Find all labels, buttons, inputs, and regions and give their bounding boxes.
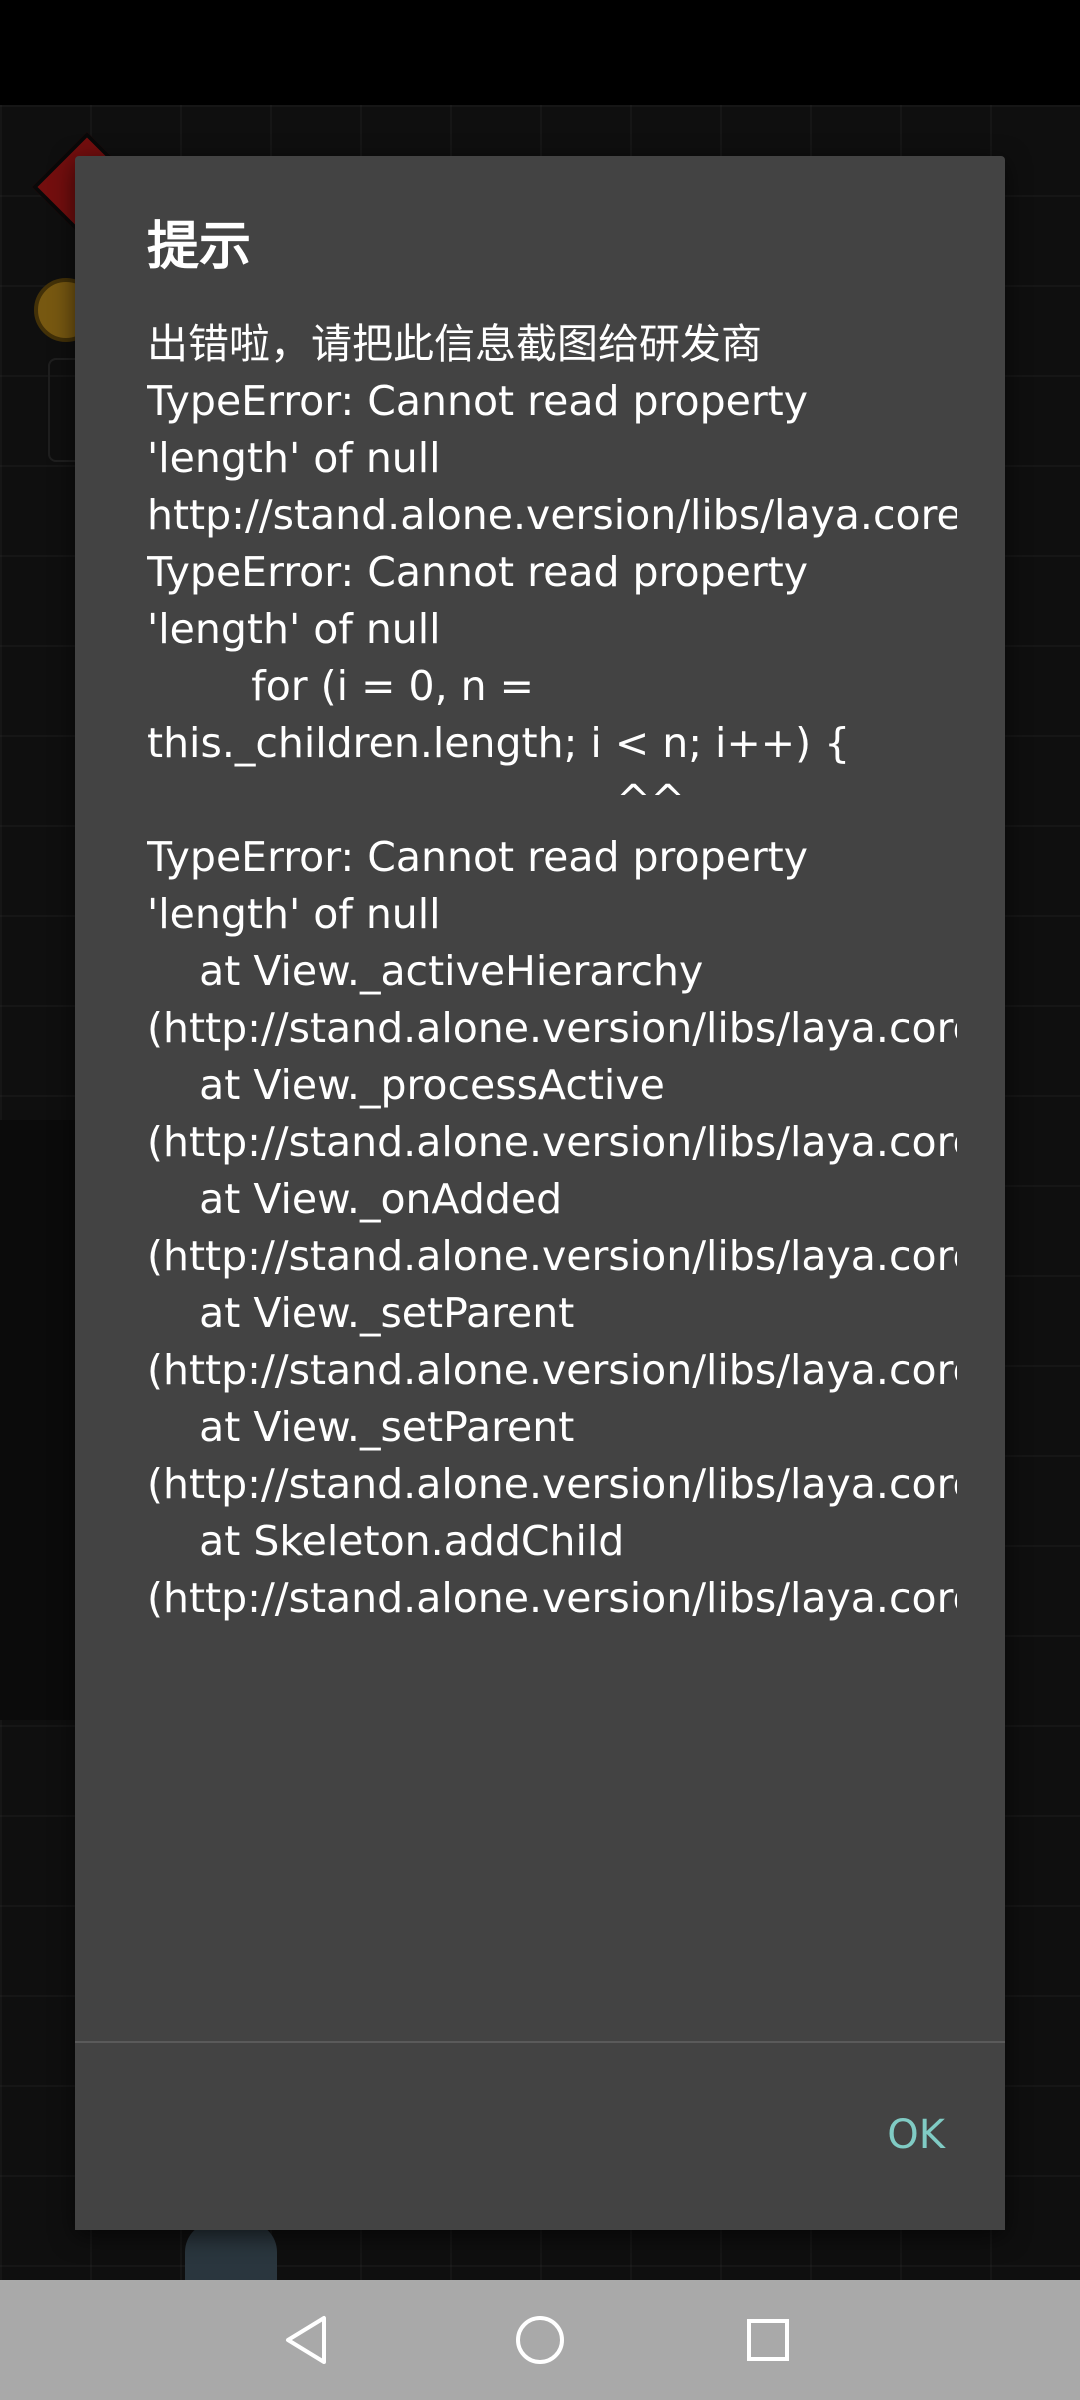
home-button[interactable] bbox=[500, 2300, 580, 2380]
back-triangle-icon bbox=[286, 2316, 326, 2364]
dialog-button-bar: OK bbox=[75, 2043, 1005, 2230]
navigation-bar bbox=[0, 2280, 1080, 2400]
error-dialog: 提示 出错啦，请把此信息截图给研发商 TypeError: Cannot rea… bbox=[75, 156, 1005, 2230]
recents-button[interactable] bbox=[728, 2300, 808, 2380]
screen: 提示 出错啦，请把此信息截图给研发商 TypeError: Cannot rea… bbox=[0, 0, 1080, 2400]
dialog-message-scroll[interactable]: 出错啦，请把此信息截图给研发商 TypeError: Cannot read p… bbox=[147, 316, 957, 2198]
back-button[interactable] bbox=[268, 2300, 348, 2380]
dialog-title: 提示 bbox=[147, 217, 252, 277]
recents-square-icon bbox=[747, 2319, 789, 2361]
ok-button[interactable]: OK bbox=[805, 2095, 945, 2175]
home-circle-icon bbox=[516, 2316, 564, 2364]
dialog-message: 出错啦，请把此信息截图给研发商 TypeError: Cannot read p… bbox=[147, 320, 957, 1622]
